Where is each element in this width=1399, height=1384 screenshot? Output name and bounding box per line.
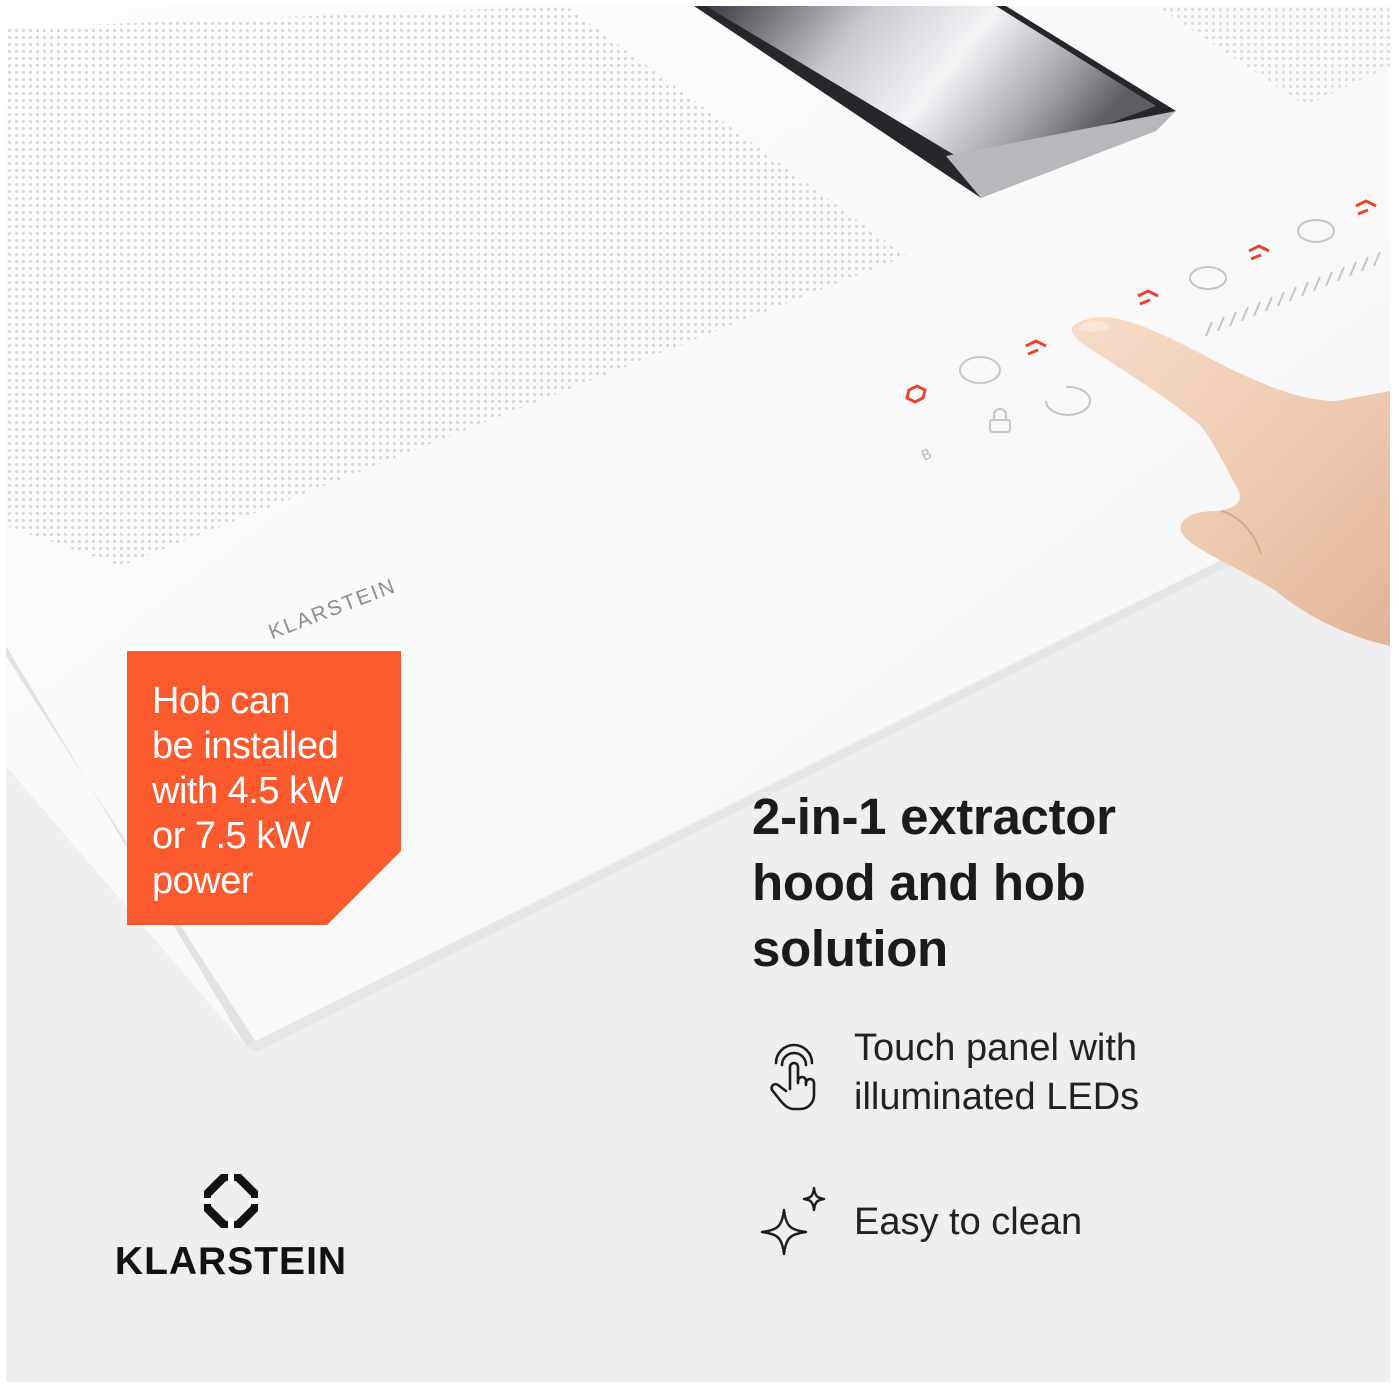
- brand-name: KLARSTEIN: [114, 1240, 348, 1283]
- touch-hand-icon: [770, 1043, 816, 1111]
- headline: 2-in-1 extractor hood and hob solution: [752, 788, 1116, 977]
- klarstein-logo-icon: [202, 1172, 260, 1230]
- brand-logo: KLARSTEIN: [106, 1172, 356, 1284]
- feature-easy-clean: Easy to clean: [754, 1182, 1082, 1262]
- feature-easy-clean-label: Easy to clean: [854, 1200, 1083, 1243]
- sparkle-icon: [760, 1186, 826, 1256]
- power-info-badge: Hob can be installed with 4.5 kW or 7.5 …: [127, 651, 401, 925]
- feature-touch-panel-label: Touch panel with illuminated LEDs: [854, 1027, 1140, 1118]
- product-image: B KLARSTEIN Hob can be installed with 4.…: [6, 6, 1390, 1382]
- power-info-text: Hob can be installed with 4.5 kW or 7.5 …: [152, 680, 343, 902]
- feature-touch-panel: Touch panel with illuminated LEDs: [754, 1024, 1139, 1122]
